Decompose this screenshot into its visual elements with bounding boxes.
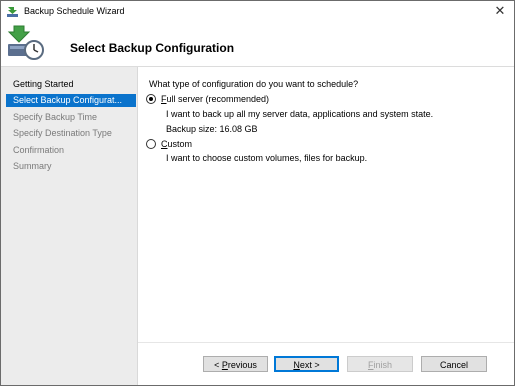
backup-size-text: Backup size: 16.08 GB (166, 124, 258, 134)
full-server-description: I want to back up all my server data, ap… (166, 109, 434, 119)
wizard-header: Select Backup Configuration (1, 21, 514, 66)
footer-divider (138, 342, 514, 343)
backup-app-icon (7, 7, 18, 17)
step-summary[interactable]: Summary (6, 160, 136, 173)
step-confirmation[interactable]: Confirmation (6, 144, 136, 157)
main-content: What type of configuration do you want t… (138, 67, 514, 385)
custom-option[interactable]: Custom (146, 139, 192, 149)
step-specify-backup-time[interactable]: Specify Backup Time (6, 111, 136, 124)
custom-radio[interactable] (146, 139, 156, 149)
cancel-button[interactable]: Cancel (421, 356, 487, 372)
wizard-window: Backup Schedule Wizard ✕ Select Backup C… (0, 0, 515, 386)
page-title: Select Backup Configuration (70, 41, 235, 55)
window-title: Backup Schedule Wizard (24, 6, 125, 16)
close-button[interactable]: ✕ (492, 3, 508, 19)
previous-button[interactable]: < Previous (203, 356, 268, 372)
finish-button[interactable]: Finish (347, 356, 413, 372)
backup-clock-icon (7, 25, 44, 60)
wizard-steps-sidebar: Getting Started Select Backup Configurat… (1, 67, 138, 385)
step-getting-started[interactable]: Getting Started (6, 78, 136, 91)
full-server-option[interactable]: Full server (recommended) (146, 94, 269, 104)
step-select-backup-configuration[interactable]: Select Backup Configurat... (6, 94, 136, 107)
step-specify-destination-type[interactable]: Specify Destination Type (6, 127, 136, 140)
configuration-question: What type of configuration do you want t… (149, 79, 359, 89)
next-button[interactable]: Next > (274, 356, 339, 372)
custom-description: I want to choose custom volumes, files f… (166, 153, 368, 163)
custom-label[interactable]: Custom (161, 139, 192, 149)
title-bar[interactable]: Backup Schedule Wizard ✕ (1, 1, 514, 21)
full-server-label[interactable]: Full server (recommended) (161, 94, 269, 104)
full-server-radio[interactable] (146, 94, 156, 104)
